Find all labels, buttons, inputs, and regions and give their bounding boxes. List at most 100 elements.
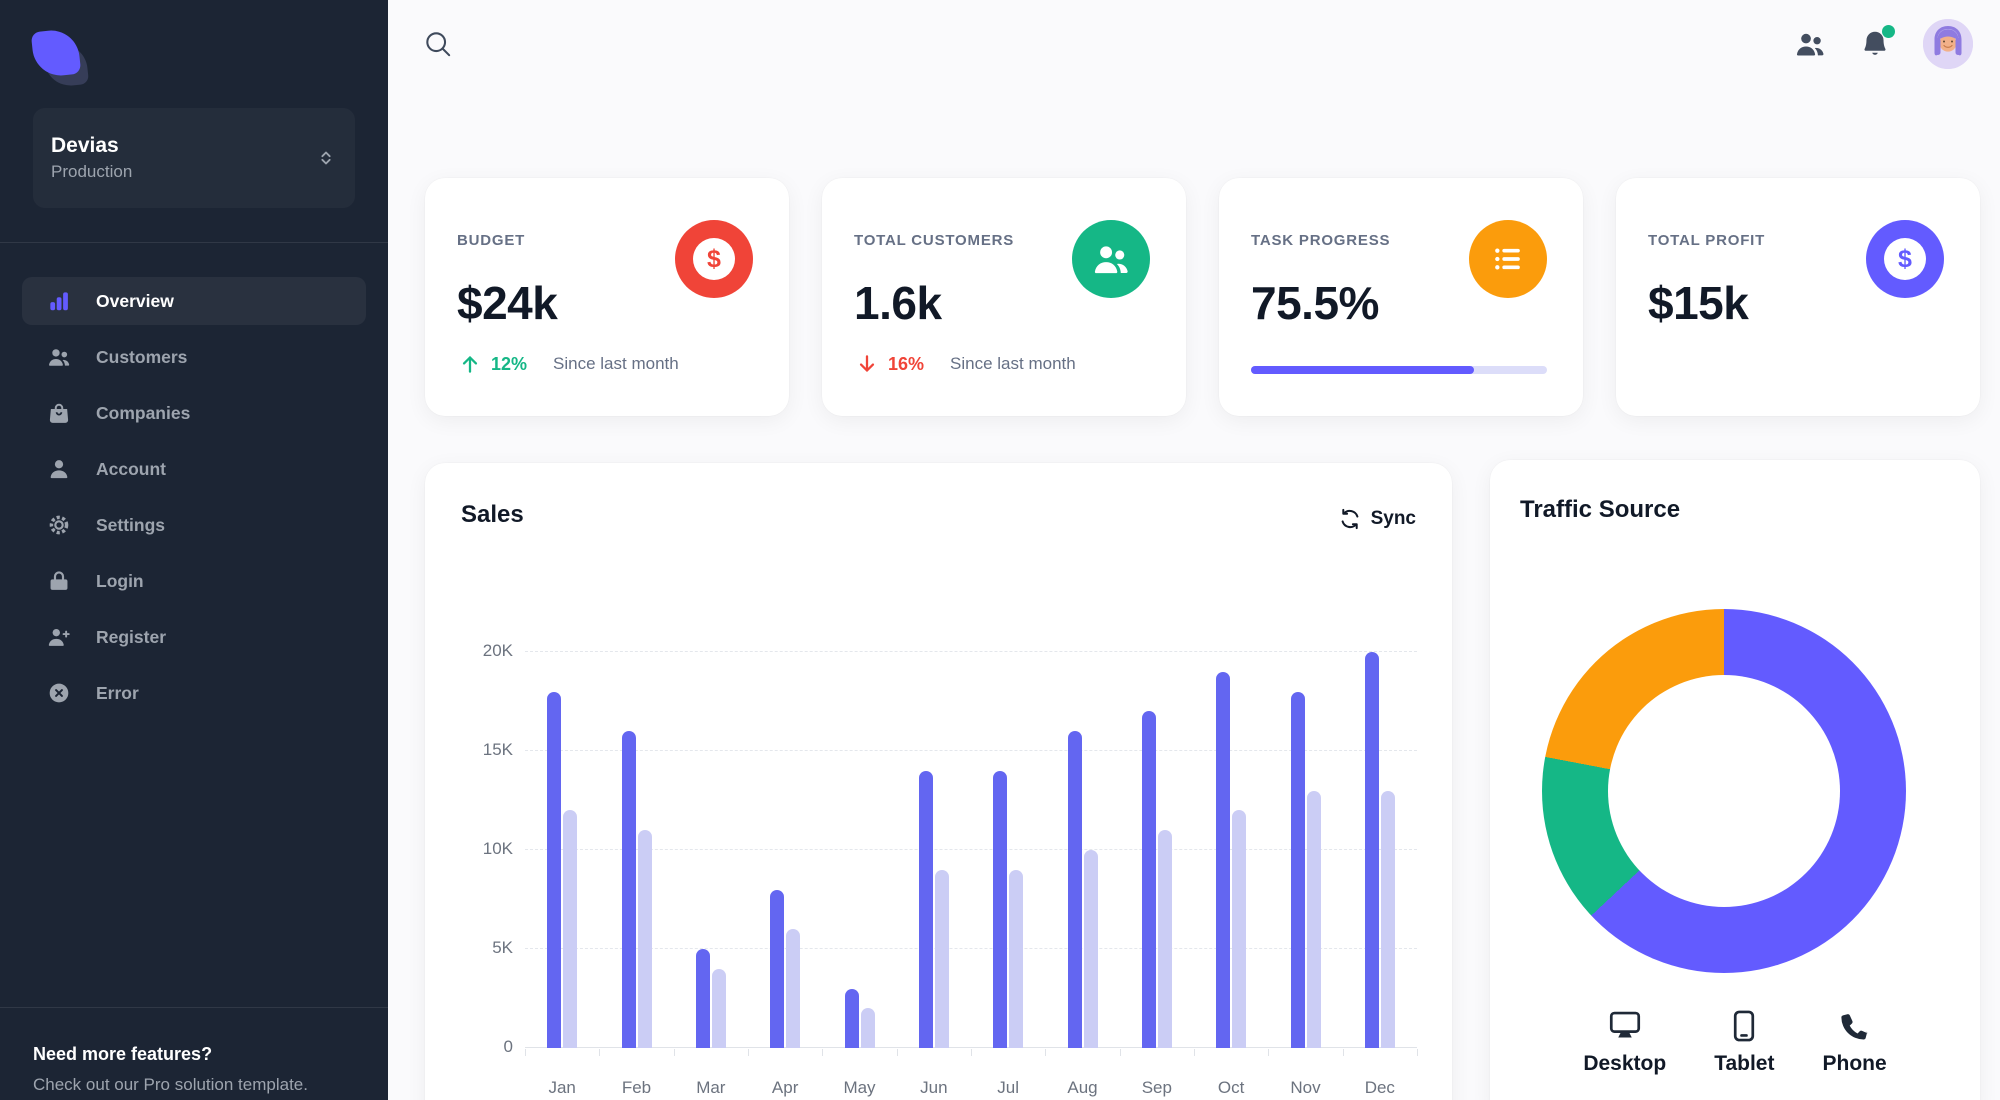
x-tick-label: Feb: [621, 1078, 652, 1097]
trend-caption: Since last month: [950, 354, 1076, 373]
sidebar-item-customers[interactable]: Customers: [22, 333, 366, 381]
trend-row: 16% Since last month: [854, 348, 1076, 380]
main-content: BUDGET $24k $ 12% Since last month TOTAL…: [388, 0, 2000, 1100]
user-icon: [46, 456, 72, 482]
sales-card: Sales Sync 0 5K 10K 15K 20K Jan Feb Mar Apr May J…: [425, 463, 1452, 1100]
y-tick-label: 10K: [482, 839, 513, 858]
x-axis-tick: [1268, 1049, 1270, 1056]
sidebar-item-register[interactable]: Register: [22, 613, 366, 661]
x-tick-label: Oct: [1217, 1078, 1245, 1097]
traffic-source-card: Traffic Source Desktop Tablet Phone: [1490, 460, 1980, 1100]
sidebar-nav: Overview Customers Companies Account Set…: [0, 243, 388, 725]
sidebar-item-settings[interactable]: Settings: [22, 501, 366, 549]
sidebar-item-companies[interactable]: Companies: [22, 389, 366, 437]
x-tick-label: Dec: [1364, 1078, 1395, 1097]
user-plus-icon: [46, 624, 72, 650]
y-tick-label: 5K: [492, 938, 513, 957]
traffic-donut-chart: [1542, 609, 1906, 973]
stat-value: 75.5%: [1251, 277, 1379, 329]
sidebar-item-label: Login: [96, 570, 144, 591]
bar-series-1-oct: [1216, 671, 1231, 1048]
bar-series-2-may: [860, 1008, 875, 1048]
x-tick-label: Jul: [997, 1078, 1020, 1097]
stat-value: 1.6k: [854, 277, 942, 329]
contacts-button[interactable]: [1793, 27, 1827, 61]
x-tick-label: Apr: [771, 1078, 799, 1097]
gear-icon: [46, 512, 72, 538]
x-axis-tick: [1417, 1049, 1418, 1056]
bar-series-1-sep: [1141, 711, 1156, 1048]
refresh-icon: [1338, 507, 1362, 531]
x-axis-tick: [1342, 1049, 1344, 1056]
lock-icon: [46, 568, 72, 594]
x-axis-tick: [1194, 1049, 1195, 1056]
users-icon: [46, 344, 72, 370]
avatar-image: [1923, 19, 1973, 69]
stat-label: BUDGET: [457, 232, 526, 249]
users-icon: [1793, 27, 1827, 61]
sidebar-item-label: Overview: [96, 290, 174, 311]
bar-series-2-feb: [637, 830, 652, 1048]
x-axis-tick: [599, 1049, 601, 1056]
shopping-bag-icon: [46, 400, 72, 426]
sync-label: Sync: [1370, 508, 1416, 529]
x-axis-tick: [1119, 1049, 1121, 1056]
bar-series-1-jun: [918, 770, 933, 1048]
gridline: [525, 1047, 1417, 1048]
task-progress-bar: [1251, 366, 1547, 374]
sidebar-footer: Need more features? Check out our Pro so…: [0, 1007, 388, 1095]
trend-row: 12% Since last month: [457, 348, 679, 380]
sidebar-item-login[interactable]: Login: [22, 557, 366, 605]
stat-value: $24k: [457, 277, 558, 329]
legend-label: Phone: [1822, 1052, 1887, 1075]
x-axis-tick: [1045, 1049, 1047, 1056]
phone-icon: [1837, 1008, 1873, 1044]
user-avatar[interactable]: [1923, 19, 1973, 69]
list-icon: [1469, 220, 1547, 298]
sidebar-item-label: Register: [96, 626, 167, 647]
arrow-down-icon: [854, 351, 880, 377]
arrow-up-icon: [457, 351, 483, 377]
x-tick-label: Jan: [548, 1078, 576, 1097]
total-customers-card: TOTAL CUSTOMERS 1.6k 16% Since last mont…: [822, 178, 1186, 416]
traffic-title: Traffic Source: [1520, 496, 1681, 523]
gridline: [525, 948, 1417, 949]
budget-card: BUDGET $24k $ 12% Since last month: [425, 178, 789, 416]
legend-item-desktop: Desktop: [1583, 1008, 1666, 1076]
bar-series-2-jul: [1009, 869, 1024, 1048]
stat-label: TOTAL PROFIT: [1648, 232, 1766, 249]
notifications-button[interactable]: [1859, 25, 1895, 60]
x-axis-tick: [748, 1049, 749, 1056]
x-tick-label: Aug: [1067, 1078, 1098, 1097]
search-button[interactable]: [420, 26, 456, 62]
bar-series-2-aug: [1083, 850, 1098, 1048]
sidebar-item-overview[interactable]: Overview: [22, 277, 366, 325]
sync-button[interactable]: Sync: [1338, 507, 1416, 531]
task-progress-fill: [1251, 366, 1475, 374]
devias-logo-icon[interactable]: [30, 27, 90, 89]
workspace-selector[interactable]: Devias Production: [33, 108, 355, 208]
sidebar-item-error[interactable]: Error: [22, 669, 366, 717]
x-axis-tick: [896, 1049, 898, 1056]
bar-series-2-mar: [711, 968, 726, 1048]
x-tick-label: Sep: [1141, 1078, 1172, 1097]
sidebar-item-account[interactable]: Account: [22, 445, 366, 493]
stat-label: TASK PROGRESS: [1251, 232, 1391, 249]
y-tick-label: 15K: [482, 740, 513, 759]
bar-series-1-nov: [1290, 691, 1305, 1048]
topbar-actions: [1793, 0, 1973, 88]
dollar-icon: $: [1866, 220, 1944, 298]
trend-caption: Since last month: [553, 354, 679, 373]
bar-series-1-jan: [547, 691, 562, 1048]
x-tick-label: May: [843, 1078, 876, 1097]
bar-series-1-apr: [770, 889, 785, 1048]
gridline: [525, 651, 1417, 652]
footer-title: Need more features?: [33, 1044, 213, 1064]
notification-dot: [1882, 25, 1895, 38]
donut-hole: [1608, 675, 1840, 907]
bar-series-1-feb: [621, 731, 636, 1048]
topbar: [388, 0, 2000, 88]
bar-series-1-dec: [1364, 652, 1379, 1048]
sidebar: Devias Production Overview Customers Com…: [0, 0, 388, 1100]
dollar-icon: $: [675, 220, 753, 298]
